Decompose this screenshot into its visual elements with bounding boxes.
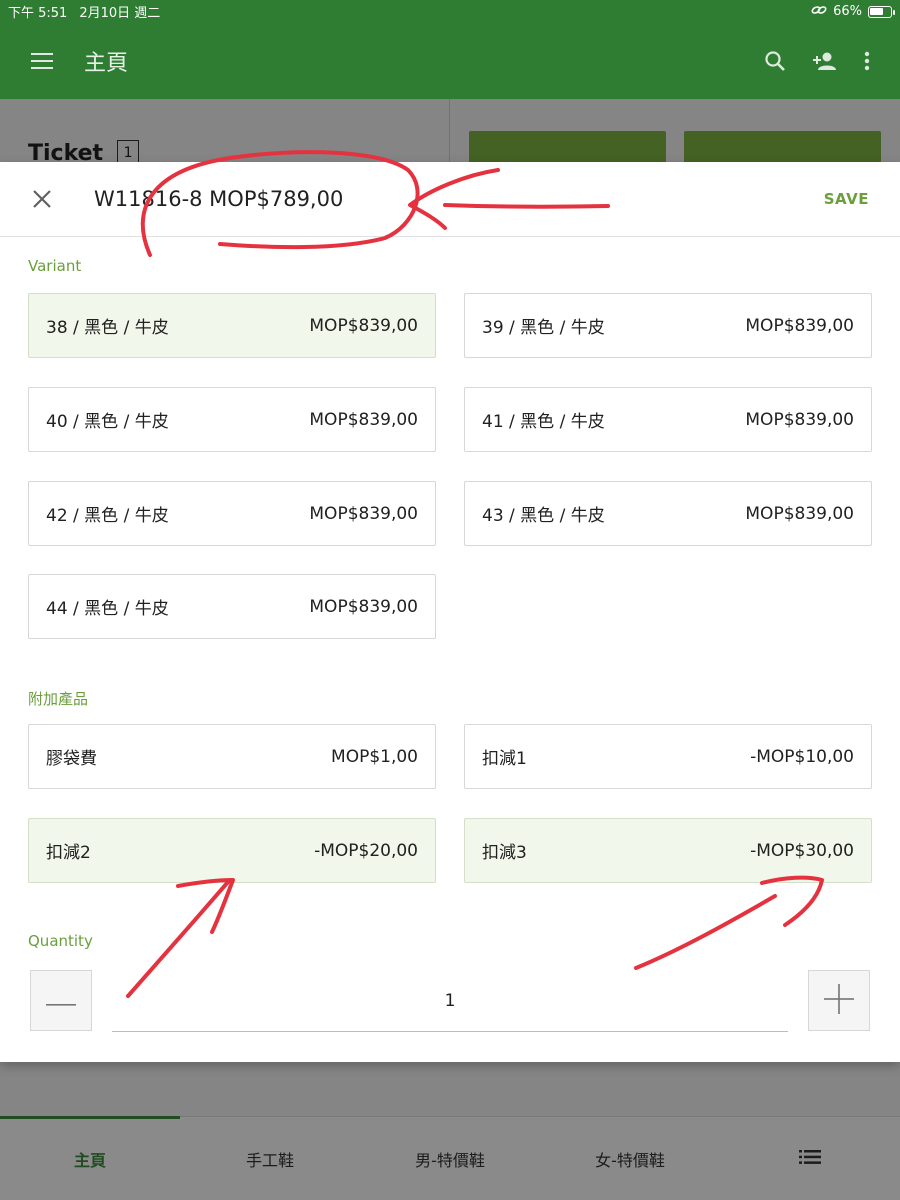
status-time: 下午 5:51 [8,6,68,21]
variant-option-43[interactable]: 43 / 黑色 / 牛皮 MOP$839,00 [464,481,872,546]
addon-price: -MOP$10,00 [750,746,854,767]
close-icon[interactable] [0,162,84,237]
variant-option-38[interactable]: 38 / 黑色 / 牛皮 MOP$839,00 [28,293,436,358]
addon-name: 扣減3 [482,843,527,863]
addon-name: 扣減2 [46,843,91,863]
plus-icon [824,983,854,1018]
save-button[interactable]: SAVE [824,190,869,208]
more-vert-icon[interactable] [864,51,870,71]
dialog-title: W11816-8 MOP$789,00 [94,187,344,211]
variant-option-42[interactable]: 42 / 黑色 / 牛皮 MOP$839,00 [28,481,436,546]
search-icon[interactable] [764,50,786,72]
variant-price: MOP$839,00 [745,503,854,524]
quantity-section-label: Quantity [28,932,93,950]
addon-option-discount-2[interactable]: 扣減2 -MOP$20,00 [28,818,436,883]
variant-price: MOP$839,00 [745,409,854,430]
variant-name: 41 / 黑色 / 牛皮 [482,412,605,432]
status-date: 2月10日 週二 [79,6,161,21]
variant-option-44[interactable]: 44 / 黑色 / 牛皮 MOP$839,00 [28,574,436,639]
quantity-decrement-button[interactable] [30,970,92,1031]
addon-option-discount-3[interactable]: 扣減3 -MOP$30,00 [464,818,872,883]
variant-price: MOP$839,00 [309,409,418,430]
variant-price: MOP$839,00 [309,503,418,524]
variant-price: MOP$839,00 [309,596,418,617]
battery-percent: 66% [833,4,862,19]
addon-option-bag-fee[interactable]: 膠袋費 MOP$1,00 [28,724,436,789]
addon-option-discount-1[interactable]: 扣減1 -MOP$10,00 [464,724,872,789]
variant-price: MOP$839,00 [309,315,418,336]
addon-price: -MOP$30,00 [750,840,854,861]
addons-section-label: 附加產品 [28,690,89,708]
addon-name: 扣減1 [482,749,527,769]
variant-section-label: Variant [28,257,82,275]
addon-price: -MOP$20,00 [314,840,418,861]
variant-option-39[interactable]: 39 / 黑色 / 牛皮 MOP$839,00 [464,293,872,358]
link-icon [811,4,827,20]
addon-name: 膠袋費 [46,749,97,769]
variant-option-40[interactable]: 40 / 黑色 / 牛皮 MOP$839,00 [28,387,436,452]
variant-dialog: W11816-8 MOP$789,00 SAVE Variant 38 / 黑色… [0,162,900,1062]
app-title: 主頁 [84,51,129,76]
variant-name: 43 / 黑色 / 牛皮 [482,506,605,526]
quantity-input[interactable]: 1 [112,970,788,1032]
quantity-increment-button[interactable] [808,970,870,1031]
dialog-header: W11816-8 MOP$789,00 SAVE [0,162,900,237]
variant-name: 40 / 黑色 / 牛皮 [46,412,169,432]
variant-option-41[interactable]: 41 / 黑色 / 牛皮 MOP$839,00 [464,387,872,452]
app-bar: 主頁 [0,23,900,99]
variant-name: 38 / 黑色 / 牛皮 [46,318,169,338]
menu-icon[interactable] [0,53,84,69]
variant-name: 42 / 黑色 / 牛皮 [46,506,169,526]
addon-price: MOP$1,00 [331,746,418,767]
add-person-icon[interactable] [812,51,838,71]
variant-name: 39 / 黑色 / 牛皮 [482,318,605,338]
variant-price: MOP$839,00 [745,315,854,336]
battery-icon [868,5,895,18]
minus-icon [46,991,76,1010]
variant-name: 44 / 黑色 / 牛皮 [46,599,169,619]
status-bar: 下午 5:51 2月10日 週二 66% [0,0,900,23]
